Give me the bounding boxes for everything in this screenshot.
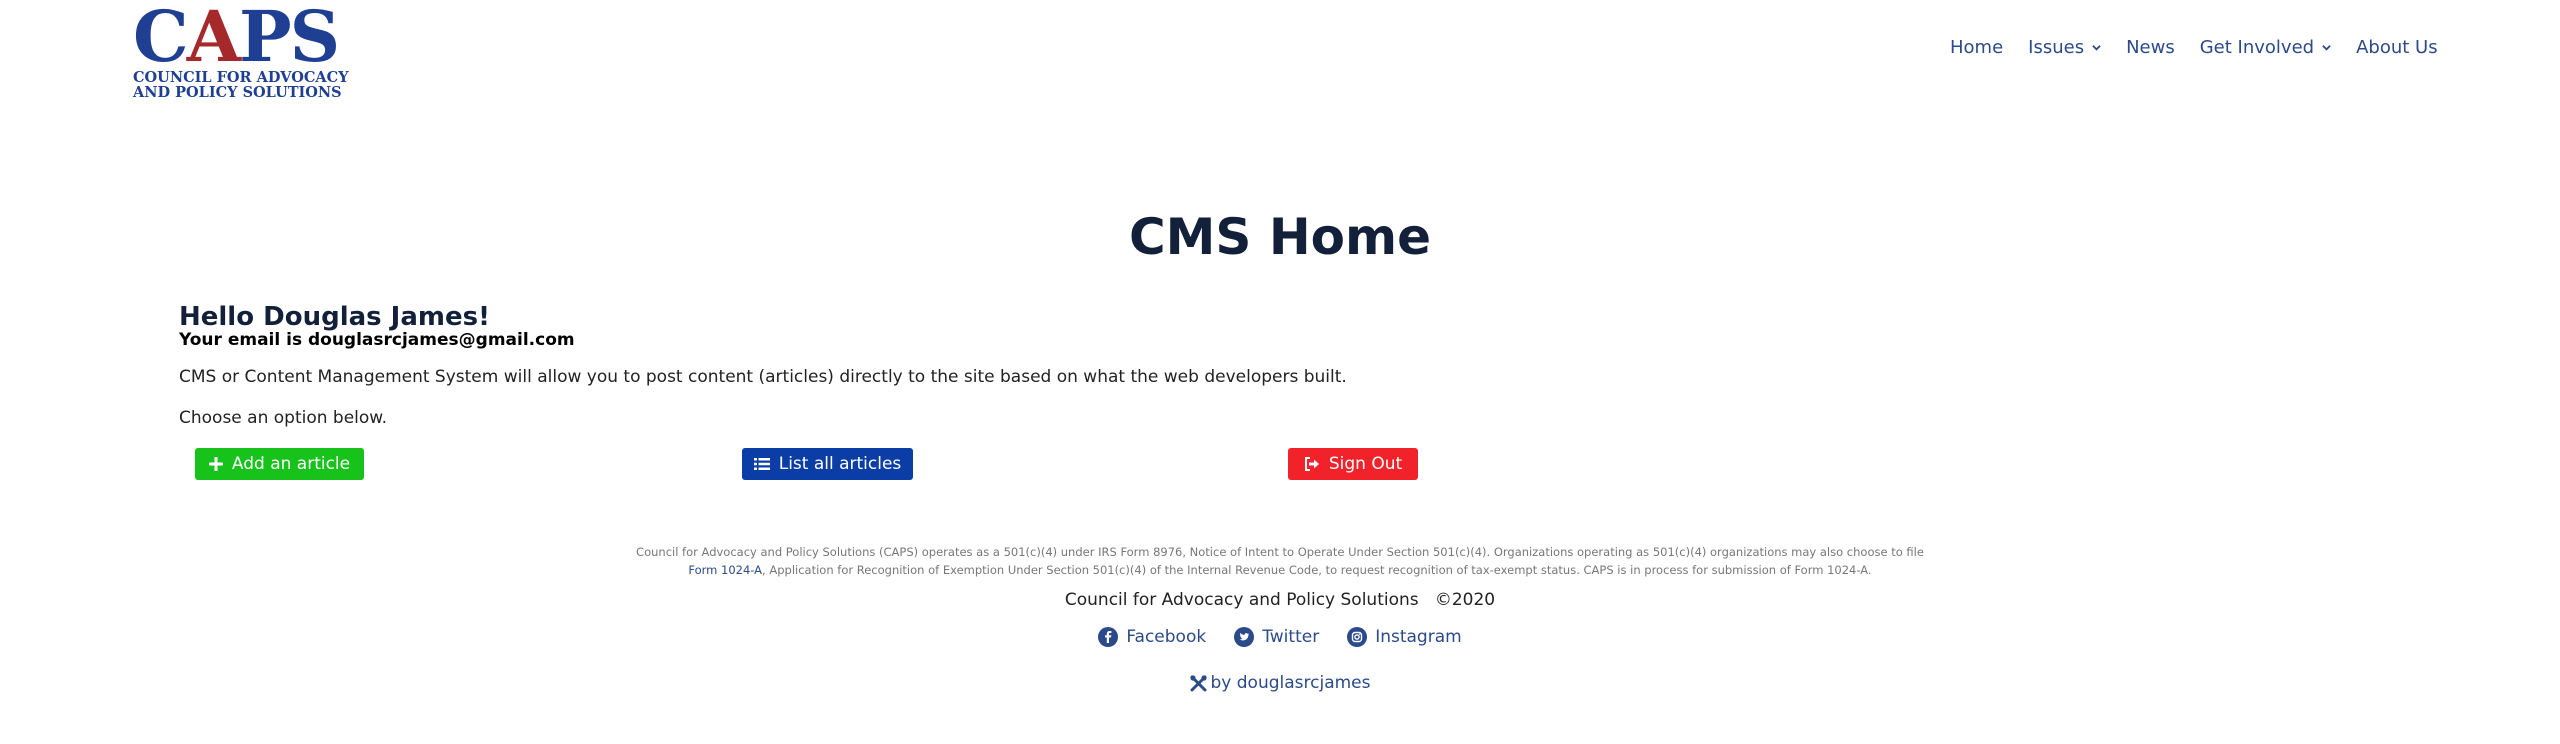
nav-home[interactable]: Home — [1950, 37, 2003, 58]
chevron-down-icon — [2322, 45, 2331, 51]
logo-subtitle-line2: AND POLICY SOLUTIONS — [133, 84, 342, 101]
nav-about-us[interactable]: About Us — [2356, 37, 2438, 58]
plus-icon — [208, 457, 223, 471]
main-nav: Home Issues News Get Involved About Us — [1950, 37, 2463, 58]
facebook-link[interactable]: Facebook — [1098, 627, 1206, 647]
instagram-link[interactable]: Instagram — [1347, 627, 1462, 647]
instagram-icon — [1347, 627, 1368, 647]
logo-letters: CAPS — [133, 0, 340, 78]
sign-out-button[interactable]: Sign Out — [1288, 448, 1418, 480]
copyright: Council for Advocacy and Policy Solution… — [1064, 590, 1496, 610]
logo[interactable]: CAPS COUNCIL FOR ADVOCACY AND POLICY SOL… — [133, 0, 349, 104]
facebook-icon — [1098, 627, 1119, 647]
nav-issues[interactable]: Issues — [2028, 37, 2101, 58]
list-articles-button[interactable]: List all articles — [742, 448, 913, 480]
add-article-button[interactable]: Add an article — [195, 448, 364, 480]
legal-disclaimer: Council for Advocacy and Policy Solution… — [636, 545, 1924, 577]
tools-icon — [1189, 674, 1207, 691]
page-title: CMS Home — [1128, 208, 1432, 266]
twitter-link[interactable]: Twitter — [1234, 627, 1319, 647]
chevron-down-icon — [2092, 45, 2101, 51]
cms-description: CMS or Content Management System will al… — [179, 367, 1347, 387]
nav-get-involved[interactable]: Get Involved — [2200, 37, 2331, 58]
list-icon — [753, 457, 770, 471]
sign-out-icon — [1304, 457, 1320, 471]
nav-news[interactable]: News — [2126, 37, 2175, 58]
form-1024a-link[interactable]: Form 1024-A — [688, 563, 762, 577]
email-line: Your email is douglasrcjames@gmail.com — [179, 330, 575, 350]
greeting: Hello Douglas James! — [179, 302, 490, 332]
choose-option-text: Choose an option below. — [179, 408, 388, 428]
social-links: Facebook Twitter Instagram — [0, 627, 2560, 647]
developer-credit: by douglasrcjames — [0, 673, 2560, 697]
twitter-icon — [1234, 627, 1255, 647]
developer-credit-link[interactable]: by douglasrcjames — [1189, 673, 1371, 693]
